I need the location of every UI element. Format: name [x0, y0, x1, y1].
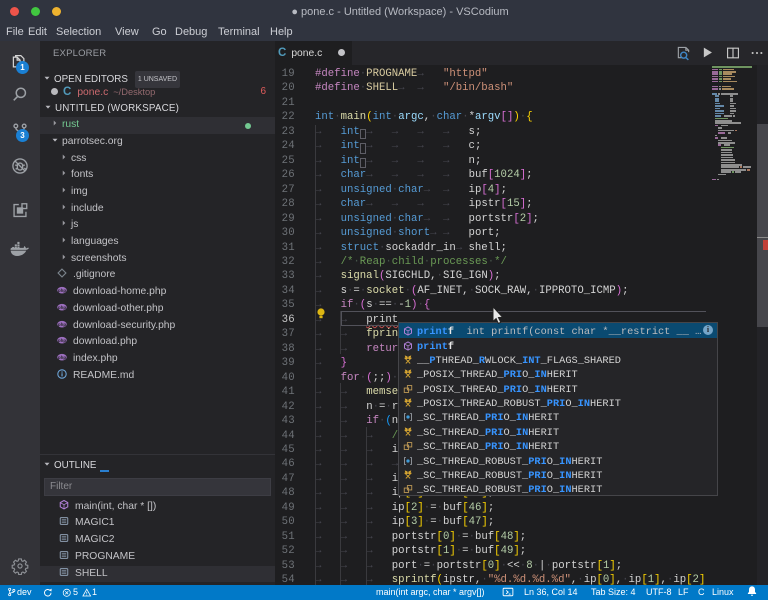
svg-text:php: php: [58, 338, 66, 343]
svg-text:php: php: [58, 321, 66, 326]
svg-text:php: php: [58, 305, 66, 310]
svg-text:php: php: [58, 288, 66, 293]
svg-text:php: php: [58, 355, 66, 360]
